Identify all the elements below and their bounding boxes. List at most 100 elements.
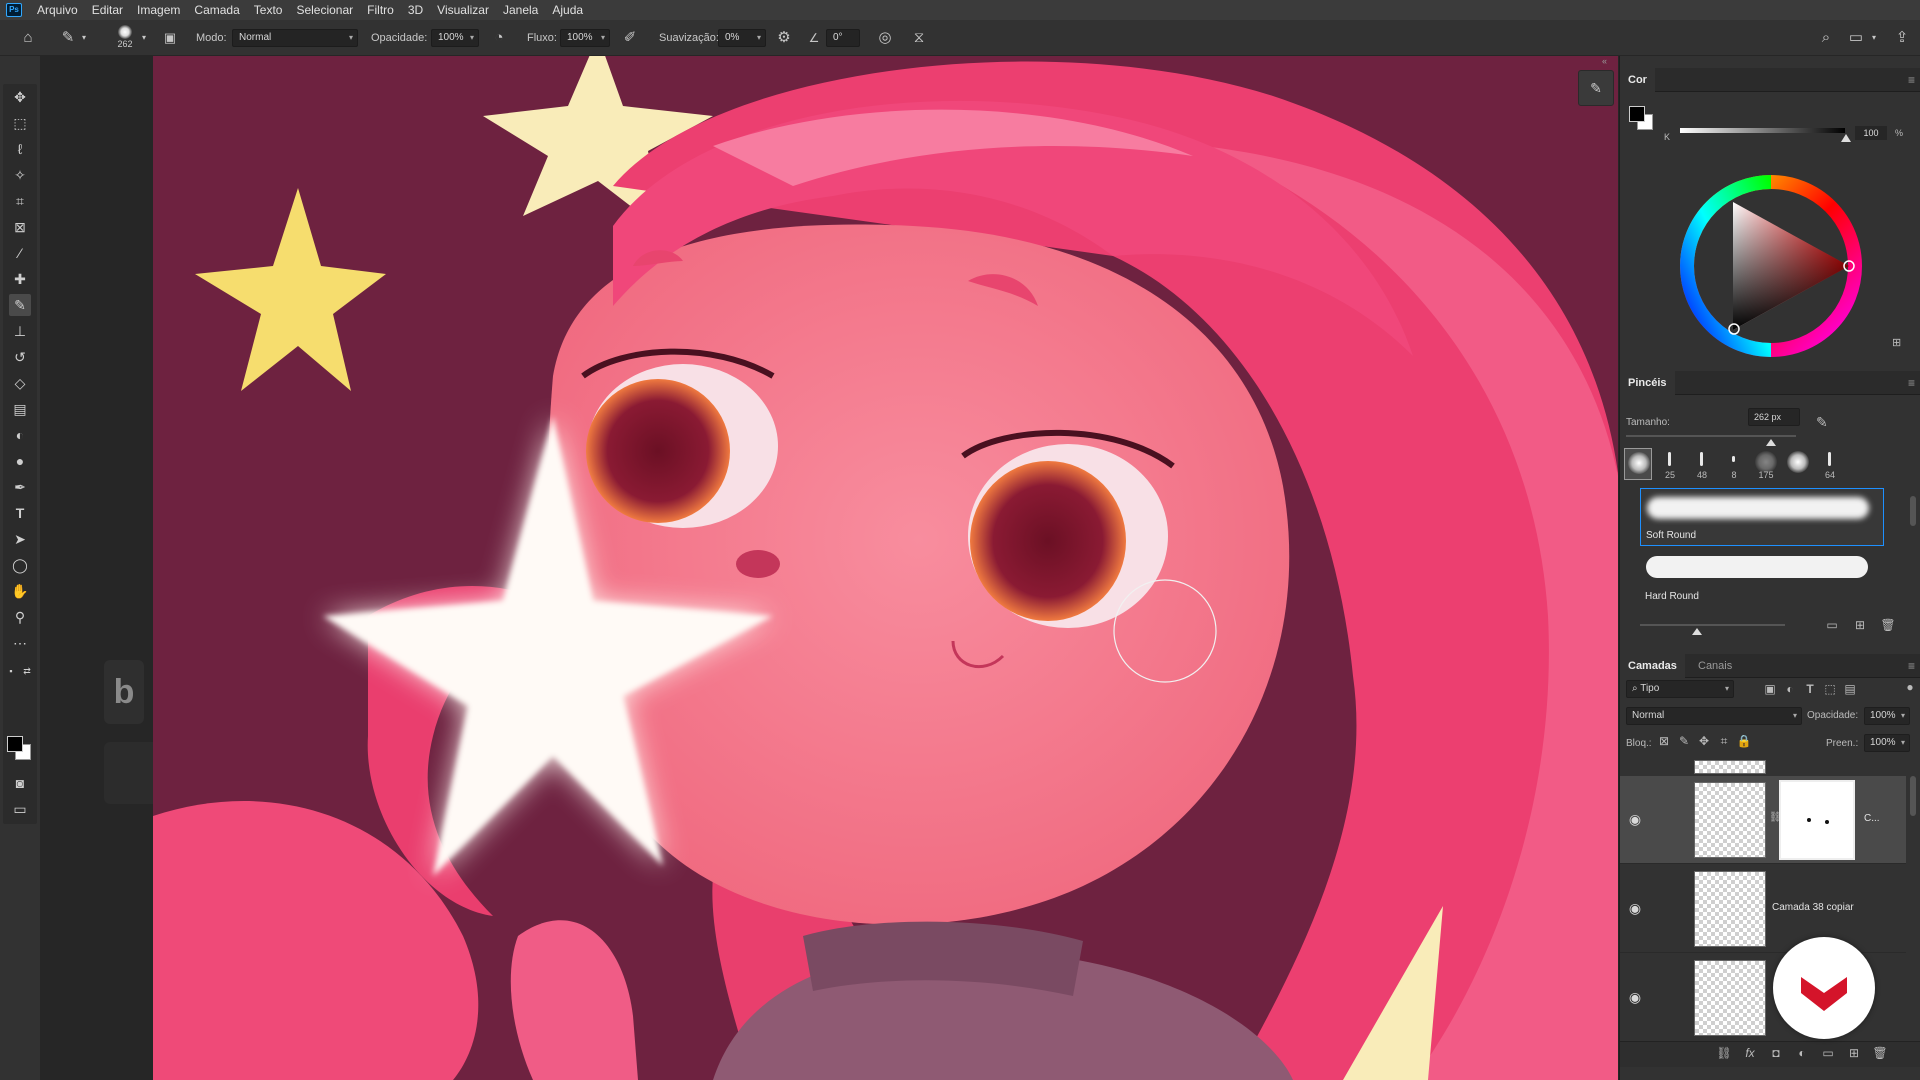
menu-selecionar[interactable]: Selecionar bbox=[289, 0, 360, 20]
brush-tip-48[interactable]: 48 bbox=[1688, 448, 1716, 480]
mode-select[interactable]: Normal ▾ bbox=[232, 29, 358, 47]
brush-preset-hard-round[interactable]: Hard Round bbox=[1640, 548, 1884, 606]
link-layers-icon[interactable]: ⛓ bbox=[1716, 1046, 1732, 1060]
brush-tip-8[interactable]: 8 bbox=[1720, 448, 1748, 480]
pressure-opacity-icon[interactable]: ◔ bbox=[489, 20, 509, 56]
lock-artboard-icon[interactable]: ⌗ bbox=[1716, 734, 1732, 749]
layers-scrollbar[interactable] bbox=[1910, 776, 1916, 816]
color-fg-swatch[interactable] bbox=[1629, 106, 1645, 122]
foreground-color-swatch[interactable] bbox=[7, 736, 23, 752]
new-group-icon[interactable]: ▭ bbox=[1820, 1046, 1836, 1060]
brush-tool-icon[interactable]: ✎ bbox=[9, 294, 31, 316]
brush-settings-panel-icon[interactable]: ▣ bbox=[160, 20, 180, 56]
crop-tool-icon[interactable]: ⌗ bbox=[9, 190, 31, 212]
menu-arquivo[interactable]: Arquivo bbox=[30, 0, 85, 20]
tab-brushes[interactable]: Pincéis bbox=[1620, 371, 1675, 395]
zoom-tool-icon[interactable]: ⚲ bbox=[9, 606, 31, 628]
preset-caret-icon[interactable]: ▾ bbox=[82, 20, 86, 56]
brush-tip-soft[interactable] bbox=[1624, 448, 1652, 480]
brush-size-picker[interactable]: 262 bbox=[110, 24, 140, 54]
menu-camada[interactable]: Camada bbox=[187, 0, 246, 20]
frame-tool-icon[interactable]: ⊠ bbox=[9, 216, 31, 238]
healing-tool-icon[interactable]: ✚ bbox=[9, 268, 31, 290]
layer-filter-select[interactable]: ⌕ Tipo ▾ bbox=[1626, 680, 1734, 698]
filter-adjustment-icon[interactable]: ◐ bbox=[1782, 682, 1798, 696]
workspace-caret-icon[interactable]: ▾ bbox=[1872, 20, 1876, 56]
brush-tip-64[interactable]: 64 bbox=[1816, 448, 1844, 480]
lock-pixels-icon[interactable]: ✎ bbox=[1676, 734, 1692, 748]
color-wheel[interactable] bbox=[1679, 174, 1863, 358]
filter-toggle-icon[interactable]: ● bbox=[1902, 680, 1918, 694]
home-icon[interactable]: ⌂ bbox=[18, 20, 38, 56]
new-brush-icon[interactable]: ⊞ bbox=[1852, 618, 1868, 632]
layer-row[interactable]: ◉ ⛓ C... bbox=[1620, 776, 1906, 864]
flow-field[interactable]: 100% ▾ bbox=[560, 29, 610, 47]
trash-icon[interactable]: 🗑 bbox=[1872, 1046, 1888, 1060]
angle-field[interactable]: 0° bbox=[826, 29, 860, 47]
default-colors-icon[interactable]: ▪ bbox=[4, 660, 18, 682]
gradient-tool-icon[interactable]: ▤ bbox=[9, 398, 31, 420]
menu-janela[interactable]: Janela bbox=[496, 0, 545, 20]
menu-visualizar[interactable]: Visualizar bbox=[430, 0, 496, 20]
smoothing-field[interactable]: 0% ▾ bbox=[718, 29, 766, 47]
share-icon[interactable]: ⇪ bbox=[1892, 20, 1912, 56]
brush-tip-175[interactable]: 175 bbox=[1752, 448, 1780, 480]
collapse-panels-icon[interactable]: « bbox=[1602, 56, 1607, 66]
filter-type-icon[interactable]: T bbox=[1802, 682, 1818, 696]
menu-editar[interactable]: Editar bbox=[85, 0, 130, 20]
new-layer-icon[interactable]: ⊞ bbox=[1846, 1046, 1862, 1060]
panel-menu-icon[interactable]: ≡ bbox=[1908, 68, 1915, 92]
brush-picker-caret-icon[interactable]: ▾ bbox=[142, 20, 146, 56]
blend-mode-select[interactable]: Normal ▾ bbox=[1626, 707, 1802, 725]
type-tool-icon[interactable]: T bbox=[9, 502, 31, 524]
search-icon[interactable]: ⌕ bbox=[1816, 20, 1836, 56]
eye-icon[interactable]: ◉ bbox=[1626, 988, 1644, 1006]
menu-ajuda[interactable]: Ajuda bbox=[545, 0, 590, 20]
fill-field[interactable]: 100% ▾ bbox=[1864, 734, 1910, 752]
lock-all-icon[interactable]: 🔒 bbox=[1736, 734, 1752, 748]
adjustment-layer-icon[interactable]: ◐ bbox=[1794, 1046, 1810, 1060]
eye-icon[interactable]: ◉ bbox=[1626, 810, 1644, 828]
add-mask-icon[interactable]: ◘ bbox=[1768, 1046, 1784, 1060]
layer-opacity-field[interactable]: 100% ▾ bbox=[1864, 707, 1910, 725]
brush-edit-icon[interactable]: ✎ bbox=[1816, 414, 1828, 431]
lock-transparency-icon[interactable]: ⊠ bbox=[1656, 734, 1672, 748]
size-field[interactable]: 262 px bbox=[1748, 408, 1800, 426]
brush-preset-soft-round[interactable]: Soft Round bbox=[1640, 488, 1884, 546]
more-tools-icon[interactable]: ⋯ bbox=[9, 632, 31, 654]
properties-panel-button[interactable]: ✎ bbox=[1578, 70, 1614, 106]
tab-channels[interactable]: Canais bbox=[1690, 654, 1740, 678]
hand-tool-icon[interactable]: ✋ bbox=[9, 580, 31, 602]
lock-position-icon[interactable]: ✥ bbox=[1696, 734, 1712, 748]
trash-icon[interactable]: 🗑 bbox=[1880, 618, 1896, 632]
k-slider-thumb[interactable] bbox=[1841, 134, 1851, 142]
menu-filtro[interactable]: Filtro bbox=[360, 0, 401, 20]
layer-mask-thumbnail[interactable] bbox=[1779, 780, 1855, 860]
swap-colors-icon[interactable]: ⇄ bbox=[20, 660, 34, 682]
filter-pixel-icon[interactable]: ▣ bbox=[1762, 682, 1778, 696]
size-slider-thumb[interactable] bbox=[1765, 439, 1776, 446]
menu-imagem[interactable]: Imagem bbox=[130, 0, 187, 20]
preview-size-thumb[interactable] bbox=[1692, 628, 1702, 635]
opacity-field[interactable]: 100% ▾ bbox=[431, 29, 479, 47]
dodge-tool-icon[interactable]: ● bbox=[9, 450, 31, 472]
eyedropper-tool-icon[interactable]: ⁄ bbox=[9, 242, 31, 264]
k-slider[interactable] bbox=[1680, 128, 1845, 133]
pen-tool-icon[interactable]: ✒ bbox=[9, 476, 31, 498]
folder-icon[interactable]: ▭ bbox=[1824, 618, 1840, 632]
document-canvas[interactable] bbox=[153, 56, 1618, 1080]
k-value-field[interactable]: 100 bbox=[1855, 126, 1887, 140]
pressure-size-icon[interactable]: ◎ bbox=[875, 20, 895, 56]
blur-tool-icon[interactable]: ◐ bbox=[9, 424, 31, 446]
gear-icon[interactable]: ⚙ bbox=[774, 20, 794, 56]
screen-mode-icon[interactable]: ▭ bbox=[9, 798, 31, 820]
quick-mask-icon[interactable]: ◙ bbox=[9, 772, 31, 794]
brushes-scrollbar[interactable] bbox=[1910, 496, 1916, 526]
panel-menu-icon[interactable]: ≡ bbox=[1908, 654, 1915, 678]
airbrush-icon[interactable]: ✐ bbox=[620, 20, 640, 56]
fx-icon[interactable]: fx bbox=[1742, 1046, 1758, 1060]
filter-smart-object-icon[interactable]: ▤ bbox=[1842, 682, 1858, 696]
ellipse-tool-icon[interactable]: ◯ bbox=[9, 554, 31, 576]
marquee-tool-icon[interactable]: ⬚ bbox=[9, 112, 31, 134]
workspace-icon[interactable]: ▭ bbox=[1846, 20, 1866, 56]
